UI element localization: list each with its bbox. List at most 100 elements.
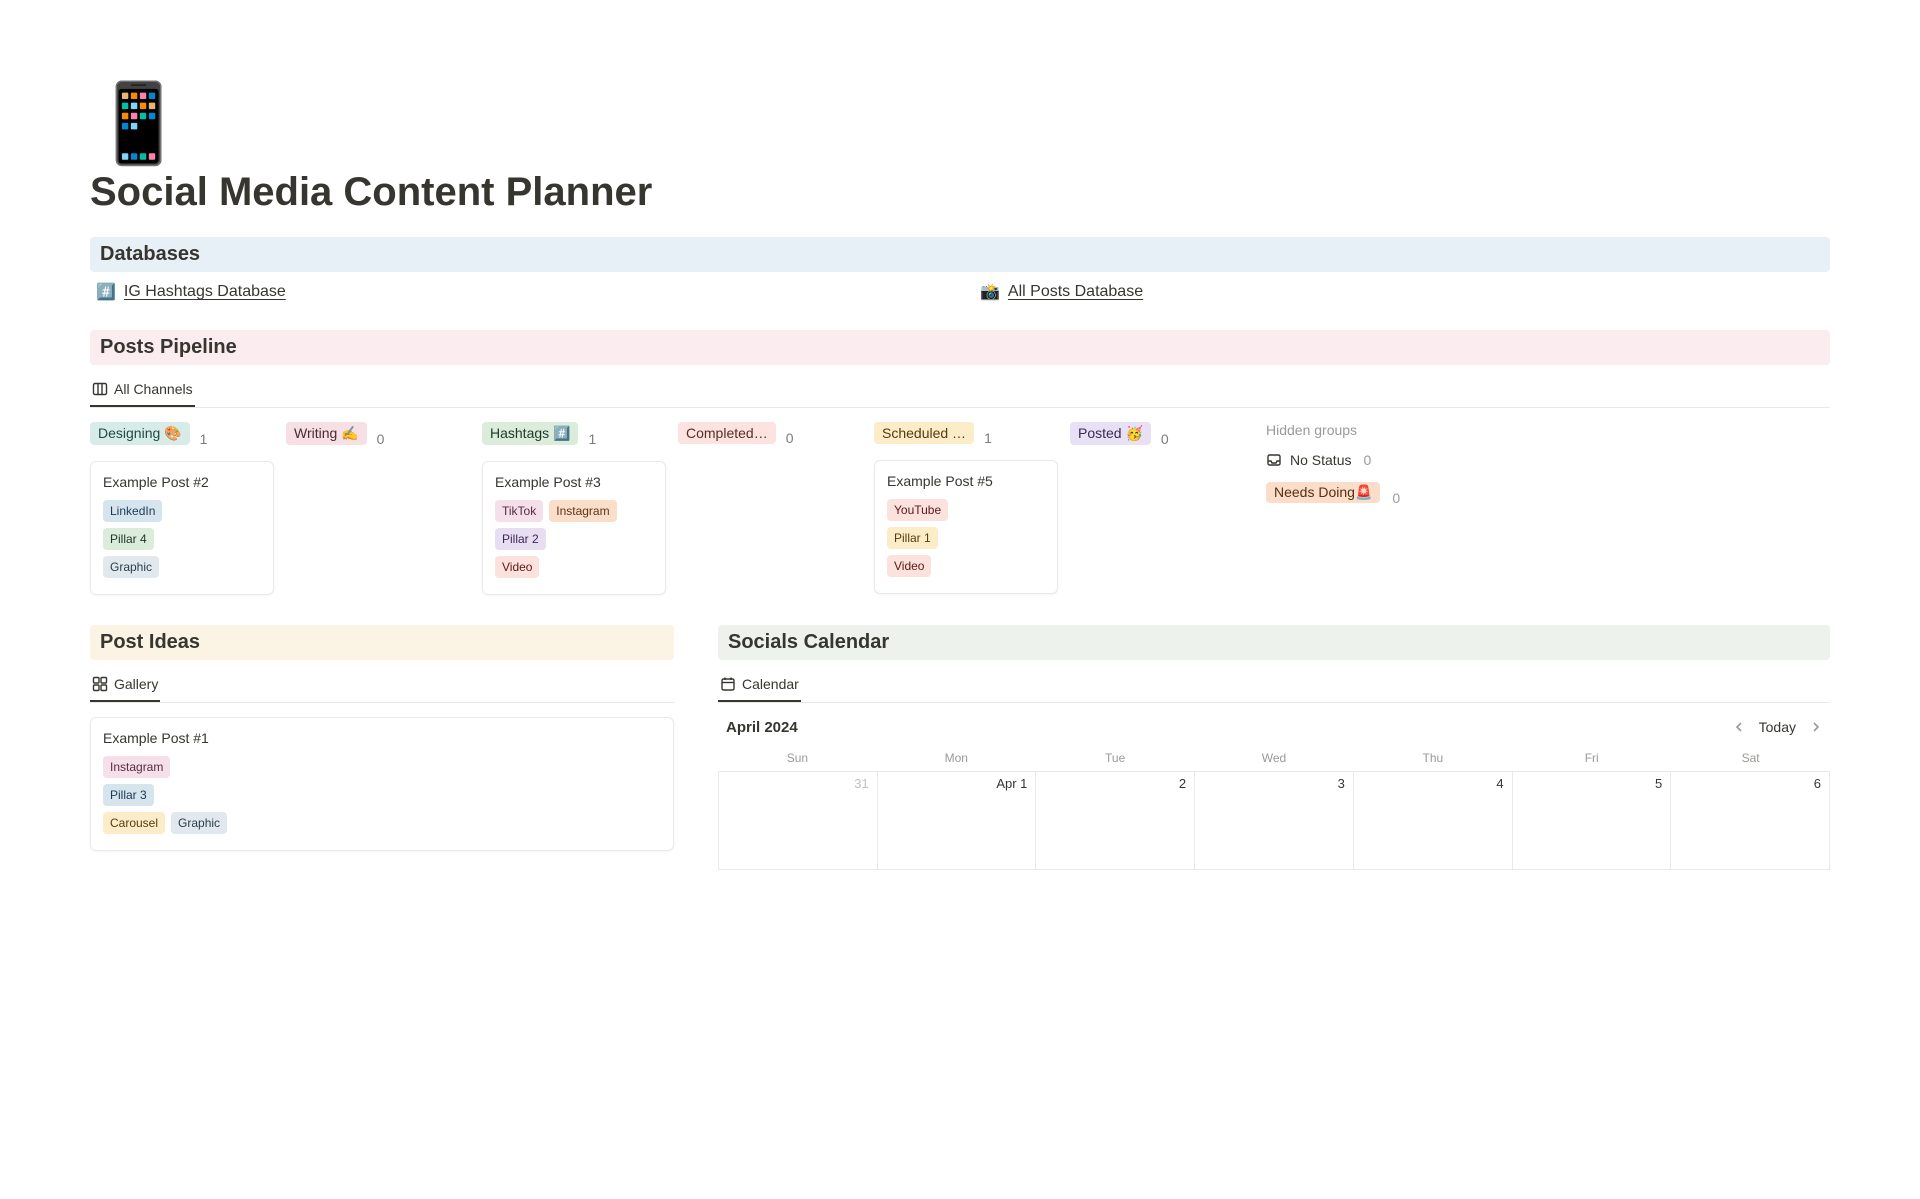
tag: Pillar 2 (495, 528, 546, 550)
section-ideas-header: Post Ideas (90, 625, 674, 660)
hidden-group-item[interactable]: No Status 0 (1266, 452, 1450, 468)
tag-row: YouTube (887, 499, 1045, 521)
tag: Video (495, 556, 539, 578)
hidden-groups-title: Hidden groups (1266, 422, 1450, 438)
tab-calendar[interactable]: Calendar (718, 670, 801, 702)
db-link-label: IG Hashtags Database (124, 283, 286, 301)
page-title: Social Media Content Planner (90, 170, 1830, 215)
column-count: 0 (786, 430, 794, 446)
tab-label: Gallery (114, 676, 158, 692)
tag: Graphic (171, 812, 227, 834)
card-title: Example Post #1 (103, 730, 661, 746)
kanban-column: Hashtags #️⃣ 1 Example Post #3 TikTok Instag… (482, 422, 666, 595)
hidden-group-item[interactable]: Needs Doing🚨0 (1266, 482, 1450, 513)
calendar-dow: Sat (1671, 745, 1830, 771)
kanban-card[interactable]: Example Post #1 Instagram Pillar 3 Carousel… (90, 717, 674, 851)
column-header[interactable]: Completed… (678, 422, 776, 444)
kanban-board: Designing 🎨1Example Post #2LinkedInPilla… (90, 422, 1830, 595)
gallery-icon (92, 676, 108, 692)
calendar-cell[interactable]: 6 (1671, 772, 1830, 870)
column-count: 0 (1161, 431, 1169, 447)
kanban-column: Posted 🥳 0 (1070, 422, 1254, 461)
ideas-tabs: Gallery (90, 670, 674, 703)
column-count: 0 (377, 431, 385, 447)
tag: Video (887, 555, 931, 577)
column-header[interactable]: Hashtags #️⃣ (482, 422, 578, 445)
tag-row: Video (495, 556, 653, 578)
calendar-dow: Wed (1195, 745, 1354, 771)
calendar-cell[interactable]: 5 (1513, 772, 1672, 870)
calendar-cell[interactable]: 4 (1354, 772, 1513, 870)
card-title: Example Post #3 (495, 474, 653, 490)
hidden-group-count: 0 (1363, 452, 1371, 468)
column-count: 1 (588, 431, 596, 447)
tag: Carousel (103, 812, 165, 834)
hidden-group-label: No Status (1290, 452, 1351, 468)
column-count: 1 (200, 431, 208, 447)
tab-gallery[interactable]: Gallery (90, 670, 160, 702)
kanban-card[interactable]: Example Post #3 TikTok InstagramPillar 2 Vi… (482, 461, 666, 595)
calendar-icon (720, 676, 736, 692)
calendar-next-button[interactable] (1806, 717, 1826, 737)
tag-row: Pillar 4 (103, 528, 261, 550)
camera-icon: 📸 (980, 282, 1000, 302)
calendar-prev-button[interactable] (1729, 717, 1749, 737)
column-header[interactable]: Designing 🎨 (90, 422, 190, 445)
tag-row: Pillar 1 (887, 527, 1045, 549)
socials-calendar-pane: Socials Calendar Calendar April 2024 Tod… (718, 625, 1830, 870)
calendar-grid: 31Apr 123456 (718, 771, 1830, 870)
db-link-allposts[interactable]: 📸 All Posts Database (980, 282, 1824, 302)
card-title: Example Post #5 (887, 473, 1045, 489)
tag-row: Pillar 3 (103, 784, 661, 806)
kanban-column: Writing ✍️ 0 (286, 422, 470, 461)
tab-all-channels[interactable]: All Channels (90, 375, 195, 407)
post-ideas-pane: Post Ideas Gallery Example Post #1 Instag… (90, 625, 674, 870)
db-link-label: All Posts Database (1008, 283, 1143, 301)
hidden-group-count: 0 (1392, 490, 1400, 506)
board-icon (92, 381, 108, 397)
hidden-groups-column: Hidden groupsNo Status0Needs Doing🚨0 (1266, 422, 1450, 513)
tag: Pillar 3 (103, 784, 154, 806)
tag-row: Instagram (103, 756, 661, 778)
calendar-dow: Sun (718, 745, 877, 771)
column-header[interactable]: Posted 🥳 (1070, 422, 1151, 445)
section-databases-header: Databases (90, 237, 1830, 272)
column-count: 1 (984, 430, 992, 446)
calendar-day-number: 2 (1179, 776, 1186, 791)
calendar-cell[interactable]: 31 (719, 772, 878, 870)
tag: YouTube (887, 499, 948, 521)
calendar-cell[interactable]: 2 (1036, 772, 1195, 870)
kanban-column: Designing 🎨1Example Post #2LinkedInPilla… (90, 422, 274, 595)
tag: Pillar 1 (887, 527, 938, 549)
column-header[interactable]: Writing ✍️ (286, 422, 367, 445)
kanban-column: Scheduled … 1 Example Post #5 YouTube Pillar… (874, 422, 1058, 594)
inbox-icon (1266, 452, 1282, 468)
calendar-cell[interactable]: 3 (1195, 772, 1354, 870)
pipeline-tabs: All Channels (90, 375, 1830, 408)
section-calendar-header: Socials Calendar (718, 625, 1830, 660)
calendar-dow: Thu (1353, 745, 1512, 771)
tag: Pillar 4 (103, 528, 154, 550)
calendar-day-number: Apr 1 (996, 776, 1027, 791)
kanban-card[interactable]: Example Post #5 YouTube Pillar 1 Video (874, 460, 1058, 594)
calendar-day-number: 31 (854, 776, 868, 791)
calendar-day-number: 4 (1496, 776, 1503, 791)
calendar-tabs: Calendar (718, 670, 1830, 703)
tag: Instagram (103, 756, 170, 778)
tag-row: LinkedIn (103, 500, 261, 522)
tag: TikTok (495, 500, 543, 522)
column-header[interactable]: Scheduled … (874, 422, 974, 444)
calendar-today-button[interactable]: Today (1759, 719, 1796, 735)
tag: Instagram (549, 500, 616, 522)
calendar-cell[interactable]: Apr 1 (878, 772, 1037, 870)
calendar-nav: Today (1729, 717, 1830, 737)
tag-row: Graphic (103, 556, 261, 578)
calendar-dow: Fri (1512, 745, 1671, 771)
hash-icon: #️⃣ (96, 282, 116, 302)
calendar-day-number: 6 (1814, 776, 1821, 791)
calendar-day-number: 5 (1655, 776, 1662, 791)
databases-row: #️⃣ IG Hashtags Database 📸 All Posts Dat… (90, 282, 1830, 302)
db-link-hashtags[interactable]: #️⃣ IG Hashtags Database (96, 282, 940, 302)
kanban-card[interactable]: Example Post #2LinkedInPillar 4Graphic (90, 461, 274, 595)
kanban-column: Completed… 0 (678, 422, 862, 460)
